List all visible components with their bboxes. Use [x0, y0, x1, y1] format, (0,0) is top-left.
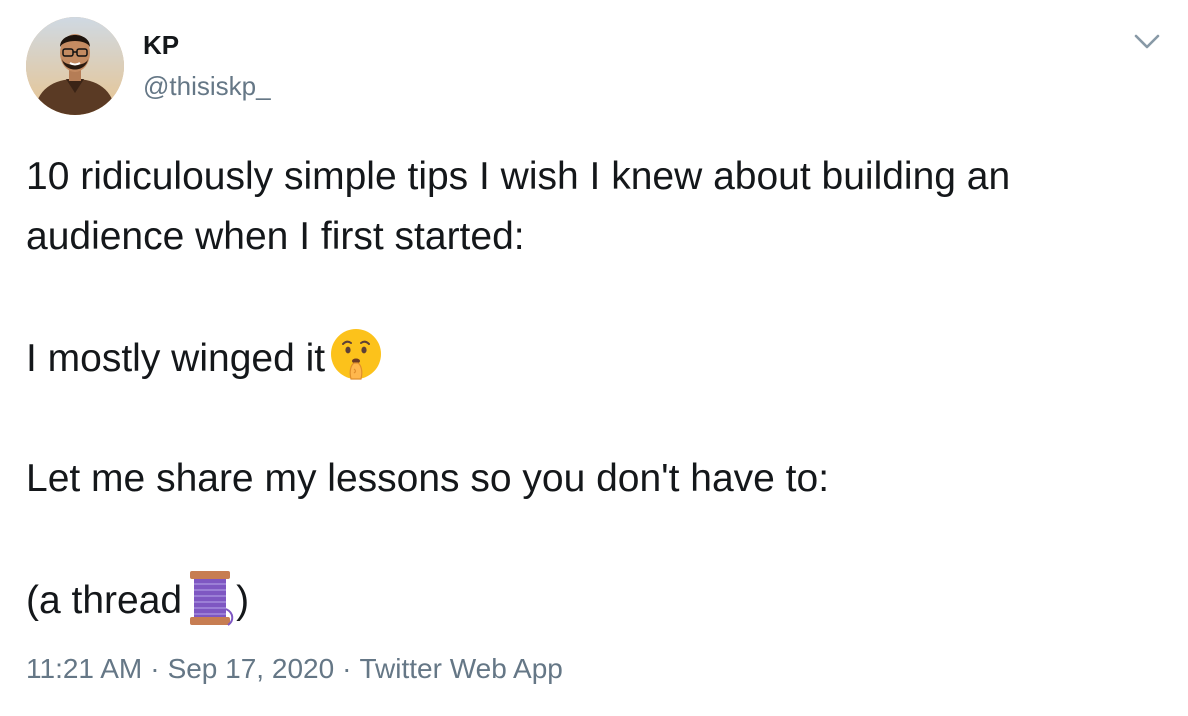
separator-dot: · — [342, 653, 352, 684]
tweet-line: audience when I first started: — [26, 215, 525, 258]
avatar[interactable] — [26, 17, 124, 115]
tweet-source-link[interactable]: Twitter Web App — [359, 653, 562, 685]
tweet-line: (a thread ) — [26, 569, 1166, 631]
tweet-text: 10 ridiculously simple tips I wish I kne… — [26, 147, 1166, 631]
tweet-line: Let me share my lessons so you don't hav… — [26, 457, 830, 500]
author-name[interactable]: KP — [143, 30, 179, 61]
tweet-date[interactable]: Sep 17, 2020 — [168, 653, 335, 685]
shushing-face-emoji — [331, 329, 382, 380]
tweet-meta: 11:21 AM · Sep 17, 2020 · Twitter Web App — [26, 653, 563, 685]
tweet-line-text: I mostly winged it — [26, 337, 326, 380]
tweet-card: KP @thisiskp_ 10 ridiculously simple tip… — [0, 0, 1188, 716]
tweet-time[interactable]: 11:21 AM — [26, 653, 142, 685]
avatar-photo — [26, 17, 124, 115]
chevron-down-icon[interactable] — [1132, 30, 1162, 52]
tweet-line-text: ) — [236, 579, 250, 622]
separator-dot: · — [150, 653, 160, 684]
tweet-line: 10 ridiculously simple tips I wish I kne… — [26, 155, 1011, 198]
spool-of-thread-emoji — [190, 571, 234, 626]
tweet-line-text: (a thread — [26, 579, 183, 622]
author-handle[interactable]: @thisiskp_ — [143, 71, 271, 102]
tweet-line: I mostly winged it — [26, 327, 1166, 389]
